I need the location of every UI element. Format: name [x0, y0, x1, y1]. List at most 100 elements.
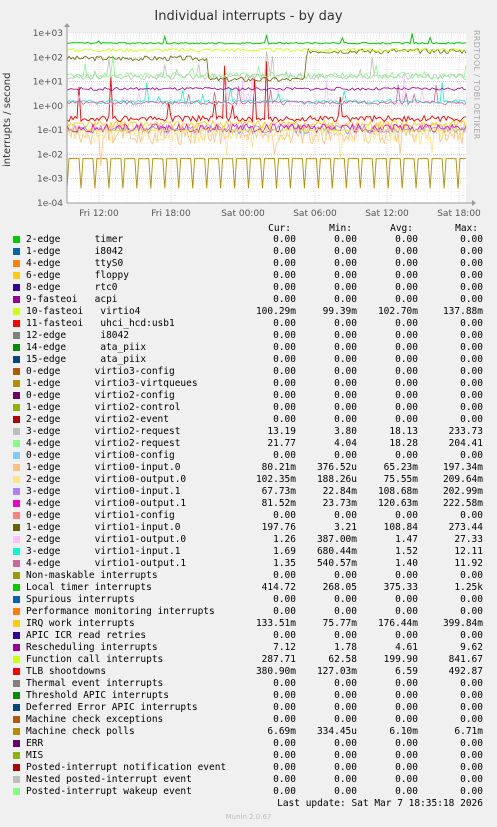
legend-min-value: 3.80	[334, 426, 357, 437]
legend-cur-value: 7.12	[273, 642, 296, 653]
legend-row: 11-fasteoi uhci_hcd:usb1 0.00 0.00 0.00 0.00	[0, 318, 497, 330]
y-tick-label: 1e-02	[37, 150, 63, 160]
legend-cur-value: 0.00	[273, 330, 296, 341]
legend-avg-value: 0.00	[395, 738, 418, 749]
legend-min-value: 540.57m	[316, 558, 357, 569]
legend-cur-value: 380.90m	[255, 666, 296, 677]
legend-avg-value: 0.00	[395, 714, 418, 725]
legend-cur-value: 287.71	[261, 654, 296, 665]
legend-swatch	[13, 368, 20, 375]
legend-min-value: 62.58	[328, 654, 357, 665]
legend-max-value: 0.00	[460, 714, 483, 725]
legend-max-value: 0.00	[460, 630, 483, 641]
legend-cur-value: 0.00	[273, 510, 296, 521]
legend-swatch	[13, 668, 20, 675]
legend-row: Performance monitoring interrupts 0.00 0.0…	[0, 606, 497, 618]
legend-swatch	[13, 680, 20, 687]
legend-label: 1-edge virtio3-virtqueues	[26, 378, 198, 389]
legend-row: Machine check exceptions 0.00 0.00 0.00 0.00	[0, 714, 497, 726]
legend-max-value: 0.00	[460, 678, 483, 689]
legend-cur-value: 0.00	[273, 630, 296, 641]
legend-swatch	[13, 776, 20, 783]
legend-swatch	[13, 260, 20, 267]
legend-header-cur: Cur:	[268, 223, 291, 234]
legend-cur-value: 6.69m	[267, 726, 296, 737]
legend-avg-value: 1.47	[395, 534, 418, 545]
legend-max-value: 202.99m	[442, 486, 483, 497]
legend-label: 14-edge ata_piix	[26, 342, 147, 353]
legend-label: 4-edge ttyS0	[26, 258, 124, 269]
legend-swatch	[13, 308, 20, 315]
legend-min-value: 0.00	[334, 330, 357, 341]
legend-min-value: 0.00	[334, 702, 357, 713]
legend-avg-value: 65.23m	[383, 462, 418, 473]
legend-swatch	[13, 356, 20, 363]
legend-min-value: 0.00	[334, 774, 357, 785]
legend-min-value: 0.00	[334, 606, 357, 617]
legend-max-value: 0.00	[460, 318, 483, 329]
legend-row: Rescheduling interrupts 7.12 1.78 4.61 9.62	[0, 642, 497, 654]
legend-row: 4-edge ttyS0 0.00 0.00 0.00 0.00	[0, 258, 497, 270]
legend-avg-value: 199.90	[383, 654, 418, 665]
legend-max-value: 0.00	[460, 258, 483, 269]
legend-label: Machine check exceptions	[26, 714, 164, 725]
legend-swatch	[13, 584, 20, 591]
legend-max-value: 0.00	[460, 330, 483, 341]
legend-avg-value: 4.61	[395, 642, 418, 653]
legend-min-value: 0.00	[334, 678, 357, 689]
x-tick-label: Sat 12:00	[365, 209, 409, 219]
legend-label: 4-edge virtio0-output.1	[26, 498, 187, 509]
legend-cur-value: 0.00	[273, 702, 296, 713]
legend-row: IRQ work interrupts 133.51m 75.77m 176.44m 3…	[0, 618, 497, 630]
legend-avg-value: 0.00	[395, 786, 418, 797]
legend-cur-value: 0.00	[273, 606, 296, 617]
legend-avg-value: 18.28	[389, 438, 418, 449]
legend-cur-value: 0.00	[273, 774, 296, 785]
legend-max-value: 0.00	[460, 354, 483, 365]
legend-swatch	[13, 740, 20, 747]
legend-cur-value: 0.00	[273, 282, 296, 293]
legend-label: Non-maskable interrupts	[26, 570, 158, 581]
legend-label: Performance monitoring interrupts	[26, 606, 215, 617]
legend-max-value: 0.00	[460, 690, 483, 701]
legend-avg-value: 108.84	[383, 522, 418, 533]
legend-min-value: 0.00	[334, 318, 357, 329]
legend-label: Deferred Error APIC interrupts	[26, 702, 198, 713]
legend-swatch	[13, 608, 20, 615]
legend-cur-value: 0.00	[273, 594, 296, 605]
legend-cur-value: 0.00	[273, 342, 296, 353]
legend-label: 11-fasteoi uhci_hcd:usb1	[26, 318, 175, 329]
legend-label: Posted-interrupt wakeup event	[26, 786, 192, 797]
legend-max-value: 0.00	[460, 774, 483, 785]
legend-max-value: 0.00	[460, 450, 483, 461]
legend-avg-value: 0.00	[395, 366, 418, 377]
legend-max-value: 12.11	[454, 546, 483, 557]
legend-max-value: 492.87	[448, 666, 483, 677]
legend-label: Threshold APIC interrupts	[26, 690, 169, 701]
legend-row: ERR 0.00 0.00 0.00 0.00	[0, 738, 497, 750]
legend-avg-value: 0.00	[395, 762, 418, 773]
legend-label: 0-edge virtio0-config	[26, 450, 175, 461]
legend-max-value: 0.00	[460, 702, 483, 713]
legend-header-avg: Avg:	[390, 223, 413, 234]
legend-min-value: 4.04	[334, 438, 357, 449]
legend-row: Nested posted-interrupt event 0.00 0.00 0.0…	[0, 774, 497, 786]
legend-cur-value: 0.00	[273, 258, 296, 269]
legend-max-value: 0.00	[460, 738, 483, 749]
legend-min-value: 23.73m	[322, 498, 357, 509]
legend-avg-value: 75.55m	[383, 474, 418, 485]
legend-max-value: 0.00	[460, 762, 483, 773]
legend-avg-value: 0.00	[395, 630, 418, 641]
legend-swatch	[13, 764, 20, 771]
legend-row: 12-edge i8042 0.00 0.00 0.00 0.00	[0, 330, 497, 342]
legend-cur-value: 0.00	[273, 294, 296, 305]
legend-swatch	[13, 416, 20, 423]
legend-avg-value: 0.00	[395, 570, 418, 581]
legend-label: Rescheduling interrupts	[26, 642, 158, 653]
y-tick-label: 1e-03	[37, 175, 63, 185]
legend-row: Posted-interrupt notification event 0.00 0…	[0, 762, 497, 774]
legend-cur-value: 0.00	[273, 450, 296, 461]
legend-min-value: 0.00	[334, 270, 357, 281]
legend-row: 10-fasteoi virtio4 100.29m 99.39m 102.70m 13…	[0, 306, 497, 318]
y-tick-label: 1e+01	[33, 78, 63, 88]
